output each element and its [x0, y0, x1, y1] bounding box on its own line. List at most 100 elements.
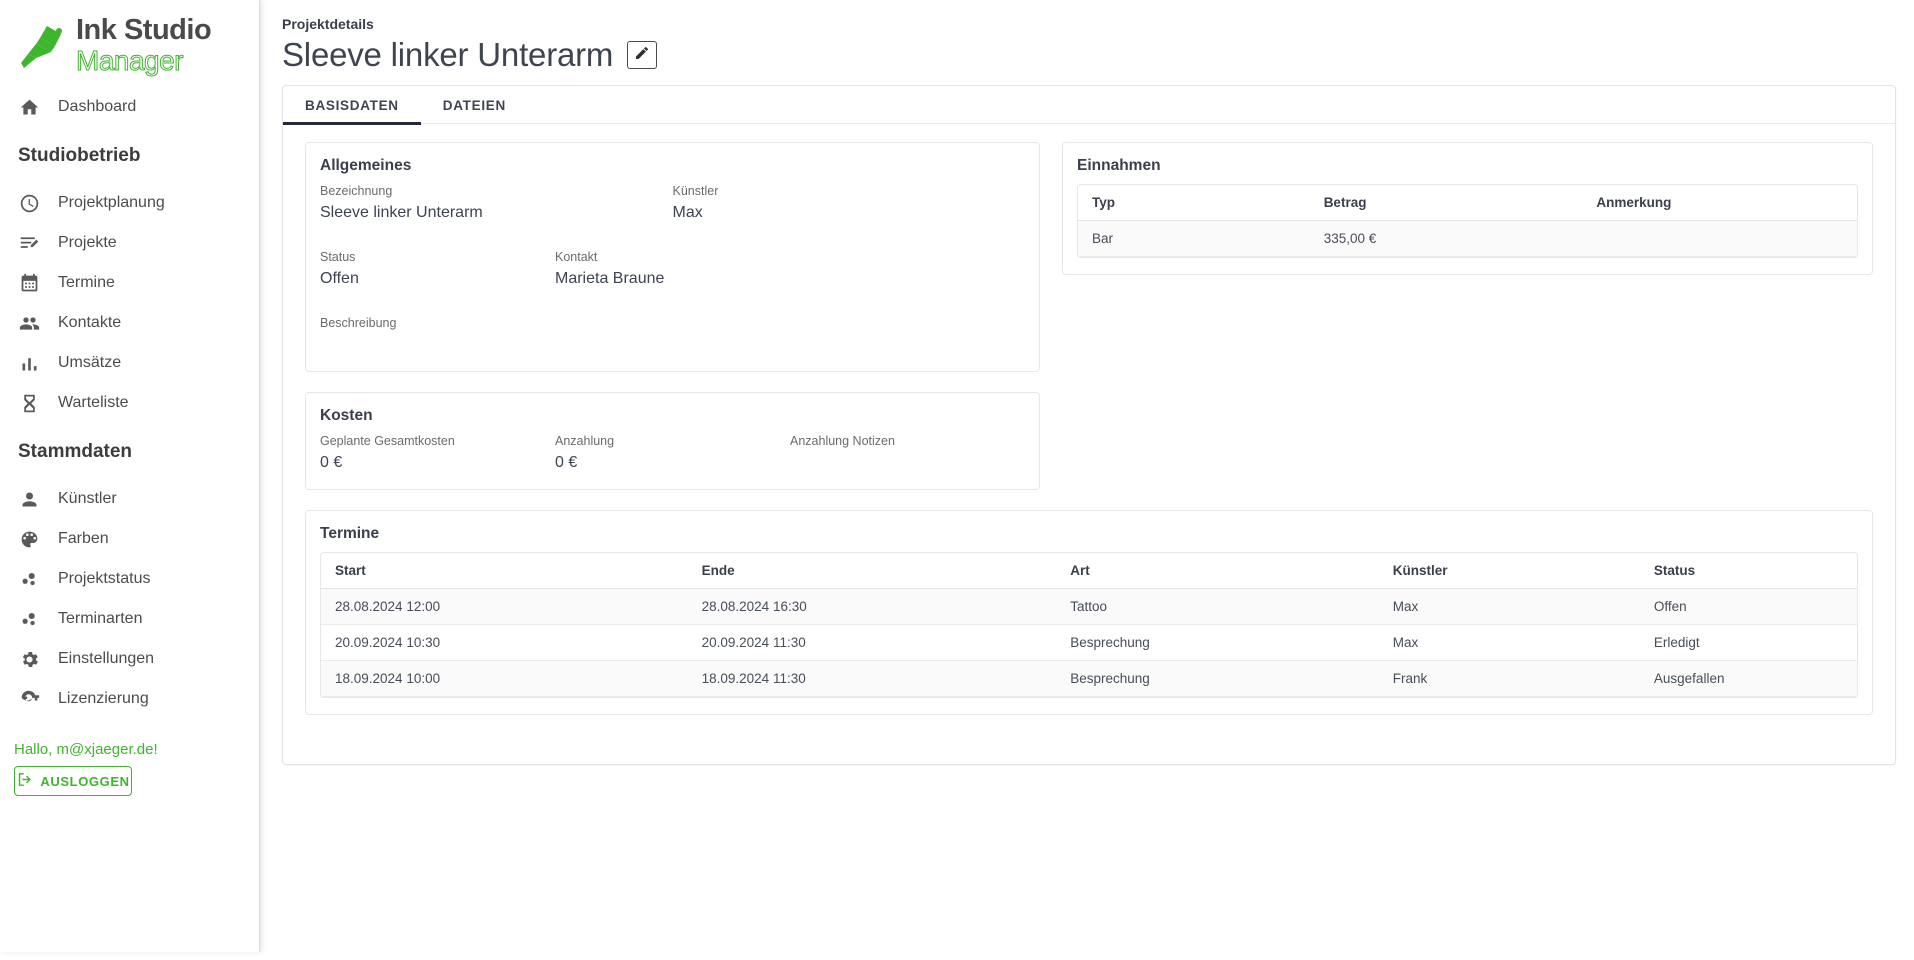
column-header-status[interactable]: Status — [1641, 553, 1857, 589]
field-label: Bezeichnung — [320, 184, 393, 198]
field-label: Geplante Gesamtkosten — [320, 434, 455, 448]
termine-section: Termine Start Ende Art Künstler Status 2… — [283, 510, 1895, 715]
sidebar-item-lizenzierung[interactable]: Lizenzierung — [0, 679, 259, 719]
cell-status: Ausgefallen — [1641, 660, 1857, 697]
field-anzahlung: Anzahlung 0 € — [555, 434, 790, 473]
tab-label: BASISDATEN — [305, 97, 399, 113]
cell-start: 20.09.2024 10:30 — [321, 624, 690, 661]
table-header-row: Typ Betrag Anmerkung — [1078, 185, 1857, 221]
bubble-chart-icon — [18, 568, 40, 590]
sidebar-item-label: Projektplanung — [58, 194, 165, 211]
sidebar-item-termine[interactable]: Termine — [0, 263, 259, 303]
sidebar-item-einstellungen[interactable]: Einstellungen — [0, 639, 259, 679]
table-body: Bar 335,00 € — [1078, 220, 1857, 257]
sidebar-item-projektstatus[interactable]: Projektstatus — [0, 559, 259, 599]
termine-table-wrap: Start Ende Art Künstler Status 28.08.202… — [320, 552, 1858, 698]
pencil-icon — [634, 45, 650, 66]
einnahmen-table: Typ Betrag Anmerkung Bar 335,00 € — [1078, 185, 1857, 257]
column-header-betrag[interactable]: Betrag — [1311, 185, 1585, 221]
breadcrumb: Projektdetails — [282, 16, 374, 32]
column-header-art[interactable]: Art — [1058, 553, 1381, 589]
field-bezeichnung: Bezeichnung Sleeve linker Unterarm — [320, 184, 673, 223]
tab-bar: BASISDATEN DATEIEN — [283, 86, 1895, 125]
sidebar-item-label: Lizenzierung — [58, 690, 149, 707]
logo-line-1: Ink Studio — [76, 14, 212, 46]
sidebar-section-studiobetrieb: Studiobetrieb — [18, 145, 141, 166]
field-row-1: Bezeichnung Sleeve linker Unterarm Künst… — [320, 184, 1025, 223]
card-allgemeines: Allgemeines Bezeichnung Sleeve linker Un… — [305, 142, 1040, 372]
sidebar-item-warteliste[interactable]: Warteliste — [0, 383, 259, 423]
cell-kuenstler: Max — [1380, 624, 1642, 661]
home-icon — [18, 96, 40, 118]
field-value: 0 € — [555, 454, 578, 471]
sidebar-item-kuenstler[interactable]: Künstler — [0, 479, 259, 519]
sidebar-item-terminarten[interactable]: Terminarten — [0, 599, 259, 639]
field-label: Künstler — [672, 184, 719, 198]
left-column: Allgemeines Bezeichnung Sleeve linker Un… — [305, 142, 1040, 510]
table-head: Typ Betrag Anmerkung — [1078, 185, 1857, 221]
sidebar-item-projektplanung[interactable]: Projektplanung — [0, 183, 259, 223]
tab-dateien[interactable]: DATEIEN — [421, 86, 528, 124]
field-label: Status — [320, 250, 356, 264]
field-gesamtkosten: Geplante Gesamtkosten 0 € — [320, 434, 555, 473]
table-header-row: Start Ende Art Künstler Status — [321, 553, 1857, 589]
field-label: Beschreibung — [320, 316, 397, 330]
table-row[interactable]: 18.09.2024 10:00 18.09.2024 11:30 Bespre… — [321, 660, 1857, 697]
sidebar-item-label: Terminarten — [58, 610, 143, 627]
bubble-chart-icon — [18, 608, 40, 630]
cell-typ: Bar — [1078, 220, 1312, 257]
project-detail-panel: BASISDATEN DATEIEN Allgemeines Bezeichnu… — [282, 85, 1896, 765]
tattoo-machine-icon — [16, 20, 68, 72]
logout-button[interactable]: AUSLOGGEN — [14, 766, 132, 796]
field-value: Offen — [320, 270, 359, 287]
clock-icon — [18, 192, 40, 214]
page-title: Sleeve linker Unterarm — [282, 36, 614, 73]
list-edit-icon — [18, 232, 40, 254]
column-header-start[interactable]: Start — [321, 553, 690, 589]
column-header-anmerkung[interactable]: Anmerkung — [1584, 185, 1857, 221]
sidebar-item-umsaetze[interactable]: Umsätze — [0, 343, 259, 383]
table-row[interactable]: 20.09.2024 10:30 20.09.2024 11:30 Bespre… — [321, 624, 1857, 661]
column-header-ende[interactable]: Ende — [689, 553, 1059, 589]
field-value: Sleeve linker Unterarm — [320, 204, 483, 221]
sidebar-item-projekte[interactable]: Projekte — [0, 223, 259, 263]
sidebar-item-kontakte[interactable]: Kontakte — [0, 303, 259, 343]
greeting-text: Hallo, m@xjaeger.de! — [14, 741, 158, 758]
cell-art: Besprechung — [1058, 624, 1381, 661]
key-icon — [18, 688, 40, 710]
tab-basisdaten[interactable]: BASISDATEN — [283, 86, 421, 125]
logout-icon — [16, 771, 33, 791]
table-row[interactable]: 28.08.2024 12:00 28.08.2024 16:30 Tattoo… — [321, 588, 1857, 625]
field-value: Marieta Braune — [555, 270, 665, 287]
sidebar-item-label: Farben — [58, 530, 109, 547]
sidebar-item-label: Termine — [58, 274, 115, 291]
sidebar-item-label: Projektstatus — [58, 570, 151, 587]
column-header-kuenstler[interactable]: Künstler — [1380, 553, 1642, 589]
gear-icon — [18, 648, 40, 670]
cell-status: Erledigt — [1641, 624, 1857, 661]
cell-status: Offen — [1641, 588, 1857, 625]
sidebar-item-dashboard[interactable]: Dashboard — [0, 87, 259, 127]
sidebar-item-label: Projekte — [58, 234, 117, 251]
app-logo[interactable]: Ink Studio Manager — [0, 6, 259, 87]
field-row-2: Status Offen Kontakt Marieta Braune — [320, 250, 1025, 289]
sidebar-item-farben[interactable]: Farben — [0, 519, 259, 559]
tab-label: DATEIEN — [442, 97, 506, 113]
card-title: Einnahmen — [1077, 157, 1161, 174]
field-label: Anzahlung — [555, 434, 615, 448]
cell-art: Besprechung — [1058, 660, 1381, 697]
termine-table: Start Ende Art Künstler Status 28.08.202… — [321, 553, 1857, 697]
card-title: Kosten — [320, 407, 373, 424]
sidebar: Ink Studio Manager Dashboard Studiobetri… — [0, 0, 260, 952]
field-label: Anzahlung Notizen — [790, 434, 895, 448]
field-spacer — [790, 250, 1025, 289]
column-header-typ[interactable]: Typ — [1078, 185, 1312, 221]
bar-chart-icon — [18, 352, 40, 374]
edit-project-button[interactable] — [627, 41, 658, 69]
table-row[interactable]: Bar 335,00 € — [1078, 220, 1857, 257]
sidebar-item-label: Künstler — [58, 490, 117, 507]
field-label: Kontakt — [555, 250, 598, 264]
cell-start: 28.08.2024 12:00 — [321, 588, 690, 625]
